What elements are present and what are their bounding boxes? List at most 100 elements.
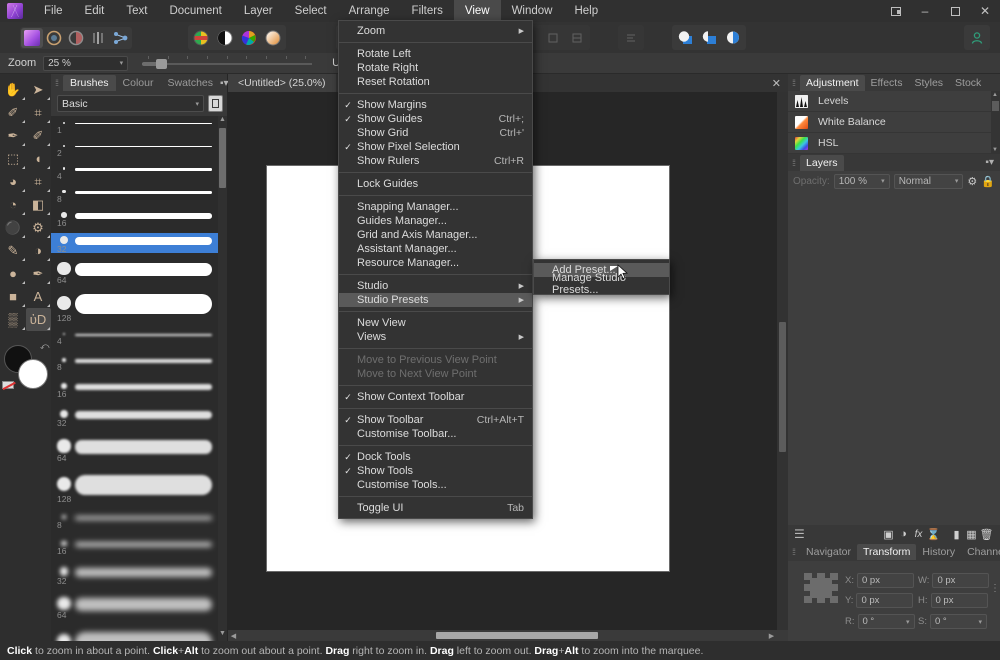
- gear-icon[interactable]: ⚙: [967, 175, 977, 188]
- menu-filters[interactable]: Filters: [401, 0, 454, 22]
- panel-grip-icon[interactable]: ⁞⁞: [792, 547, 796, 557]
- align-icon[interactable]: [619, 26, 643, 49]
- tool-view-tool[interactable]: ✋: [1, 78, 26, 101]
- transform-h-field[interactable]: 0 px: [930, 593, 988, 608]
- tool-colour-picker-tool[interactable]: ✐: [1, 101, 26, 124]
- menu-item-rotate-left[interactable]: Rotate Left: [339, 47, 532, 61]
- swap-colours-icon[interactable]: ⤺: [40, 341, 50, 352]
- menu-view[interactable]: View: [453, 0, 501, 22]
- menu-item-dock-tools[interactable]: ✓ Dock Tools: [339, 450, 532, 464]
- export-persona-button[interactable]: [109, 28, 131, 48]
- account-icon[interactable]: [965, 26, 989, 49]
- tool-clone-brush-tool[interactable]: ⚙: [26, 216, 51, 239]
- liquify-persona-button[interactable]: [43, 28, 65, 48]
- tool-blur-brush-tool[interactable]: ⚫: [1, 216, 26, 239]
- tab-swatches[interactable]: Swatches: [160, 75, 220, 91]
- menu-item-resource-manager[interactable]: Resource Manager...: [339, 256, 532, 270]
- colour-well[interactable]: ⤺: [1, 341, 50, 391]
- menu-help[interactable]: Help: [563, 0, 609, 22]
- tool-dodge-brush-tool[interactable]: ◑: [26, 239, 51, 262]
- close-button[interactable]: ✕: [970, 0, 1000, 22]
- menu-text[interactable]: Text: [115, 0, 158, 22]
- menu-item-reset-rotation[interactable]: Reset Rotation: [339, 75, 532, 89]
- layers-list[interactable]: [788, 191, 1000, 525]
- colour-wheel-icon[interactable]: [189, 26, 213, 49]
- menu-layer[interactable]: Layer: [233, 0, 284, 22]
- brush-category-select[interactable]: Basic ▾: [57, 95, 204, 112]
- canvas-vertical-scroll-thumb[interactable]: [779, 322, 786, 452]
- link-ratio-icon[interactable]: ⋮: [990, 583, 1000, 594]
- tone-mapping-persona-button[interactable]: [87, 28, 109, 48]
- menu-document[interactable]: Document: [158, 0, 232, 22]
- grid-icon[interactable]: ▦: [964, 527, 979, 542]
- live-filter-icon[interactable]: ⌛: [926, 527, 941, 542]
- photo-persona-button[interactable]: [21, 27, 43, 48]
- menu-select[interactable]: Select: [284, 0, 338, 22]
- tool-erase-brush-tool[interactable]: ◧: [26, 193, 51, 216]
- lock-icon[interactable]: 🔒: [981, 175, 995, 188]
- distribute-icon[interactable]: [565, 26, 589, 49]
- menu-item-toggle-ui[interactable]: Toggle UI Tab: [339, 501, 532, 515]
- blend-mode-select[interactable]: Normal ▾: [893, 173, 964, 189]
- tool-zoom-tool[interactable]: ὐD: [25, 308, 51, 331]
- adjustment-item-levels[interactable]: Levels: [788, 91, 1000, 112]
- transform-anchor-icon[interactable]: [804, 573, 838, 603]
- tab-transform[interactable]: Transform: [856, 544, 917, 560]
- adjustment-scroll-thumb[interactable]: [992, 101, 999, 111]
- tab-history[interactable]: History: [916, 544, 961, 560]
- menu-item-guides-manager[interactable]: Guides Manager...: [339, 214, 532, 228]
- tab-layers[interactable]: Layers: [800, 154, 844, 171]
- contrast-icon[interactable]: [213, 26, 237, 49]
- tool-flood-select-tool[interactable]: ◔: [1, 193, 26, 216]
- panel-grip-icon[interactable]: ⁞⁞: [792, 158, 796, 168]
- studio-presets-submenu[interactable]: Add Preset... Manage Studio Presets...: [533, 259, 670, 296]
- adjustment-scrollbar[interactable]: ▲ ▼: [991, 91, 1000, 154]
- transform-y-field[interactable]: 0 px: [856, 593, 914, 608]
- zoom-slider-knob[interactable]: [156, 59, 168, 69]
- scroll-down-arrow-icon[interactable]: ▼: [992, 147, 998, 153]
- tab-effects[interactable]: Effects: [865, 75, 909, 91]
- transform-w-field[interactable]: 0 px: [932, 573, 990, 588]
- gradient-ball-icon[interactable]: [261, 26, 285, 49]
- scroll-down-arrow-icon[interactable]: ▼: [218, 630, 227, 641]
- adjustment-item-hsl[interactable]: HSL: [788, 133, 1000, 154]
- menu-item-rotate-right[interactable]: Rotate Right: [339, 61, 532, 75]
- tool-selection-brush-tool[interactable]: ◕: [1, 170, 26, 193]
- menu-item-show-toolbar[interactable]: ✓ Show Toolbar Ctrl+Alt+T: [339, 413, 532, 427]
- align-right-icon[interactable]: [541, 26, 565, 49]
- menu-edit[interactable]: Edit: [74, 0, 116, 22]
- scroll-up-arrow-icon[interactable]: ▲: [992, 92, 998, 98]
- tool-flood-fill-tool[interactable]: ◖: [26, 147, 51, 170]
- delete-icon[interactable]: 🗑: [979, 527, 994, 542]
- fx-icon[interactable]: fx: [911, 527, 926, 542]
- canvas-vertical-scrollbar[interactable]: [777, 92, 788, 630]
- adjustment-item-white-balance[interactable]: White Balance: [788, 112, 1000, 133]
- transform-x-field[interactable]: 0 px: [856, 573, 914, 588]
- tab-channels[interactable]: Channels: [961, 544, 1000, 560]
- minimize-button[interactable]: –: [910, 0, 940, 22]
- brush-list-scroll-thumb[interactable]: [219, 128, 226, 188]
- menu-item-manage-studio-presets[interactable]: Manage Studio Presets...: [534, 272, 669, 296]
- menu-item-views[interactable]: Views ▶: [339, 330, 532, 344]
- menu-item-studio-presets[interactable]: Studio Presets ▶: [339, 293, 532, 307]
- panel-menu-icon[interactable]: ▪▾: [985, 157, 994, 168]
- menu-item-show-tools[interactable]: ✓ Show Tools: [339, 464, 532, 478]
- tab-styles[interactable]: Styles: [908, 75, 949, 91]
- zoom-value-select[interactable]: 25 % ▾: [43, 55, 129, 71]
- menu-item-customise-tools[interactable]: Customise Tools...: [339, 478, 532, 492]
- tool-smudge-brush-tool[interactable]: ✎: [1, 239, 26, 262]
- scroll-up-arrow-icon[interactable]: ▲: [218, 116, 227, 127]
- menu-item-new-view[interactable]: New View: [339, 316, 532, 330]
- menu-item-assistant-manager[interactable]: Assistant Manager...: [339, 242, 532, 256]
- transform-r-field[interactable]: 0 ° ▾: [857, 614, 915, 629]
- menu-item-show-guides[interactable]: ✓ Show Guides Ctrl+;: [339, 112, 532, 126]
- menu-item-grid-and-axis-manager[interactable]: Grid and Axis Manager...: [339, 228, 532, 242]
- menu-item-lock-guides[interactable]: Lock Guides: [339, 177, 532, 191]
- menu-item-zoom[interactable]: Zoom ▶: [339, 24, 532, 38]
- opacity-select[interactable]: 100 % ▾: [833, 173, 890, 189]
- menu-item-show-pixel-selection[interactable]: ✓ Show Pixel Selection: [339, 140, 532, 154]
- foreground-colour-swatch[interactable]: [17, 359, 48, 389]
- menu-item-customise-toolbar[interactable]: Customise Toolbar...: [339, 427, 532, 441]
- transform-s-field[interactable]: 0 ° ▾: [929, 614, 987, 629]
- tab-stock[interactable]: Stock: [949, 75, 987, 91]
